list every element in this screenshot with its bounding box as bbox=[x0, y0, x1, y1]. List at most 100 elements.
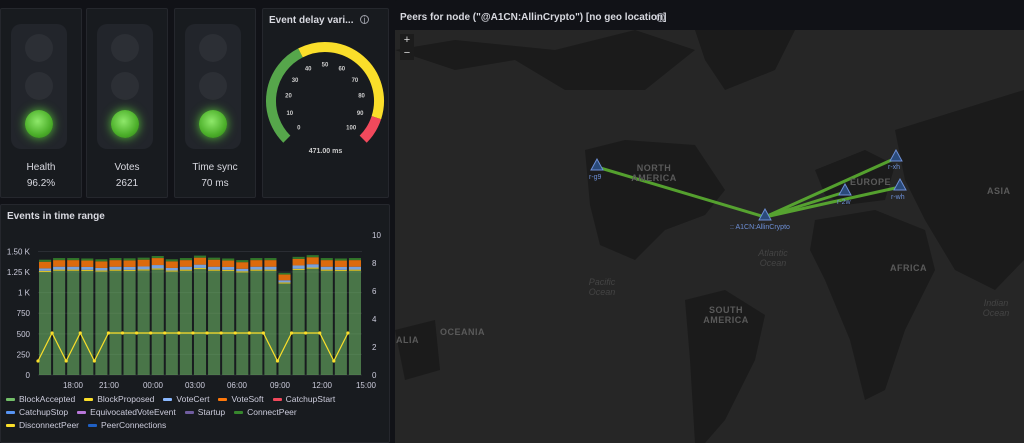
gauge-tick-label: 50 bbox=[322, 63, 329, 69]
bar-segment bbox=[236, 260, 249, 263]
bar-segment bbox=[53, 269, 66, 271]
health-panel: Health 96.2% bbox=[0, 8, 82, 198]
traffic-light bbox=[185, 24, 241, 149]
legend-item[interactable]: PeerConnections bbox=[88, 419, 166, 432]
bar-segment bbox=[278, 280, 291, 283]
panel-title: Event delay vari... bbox=[269, 15, 354, 26]
legend-item[interactable]: EquivocatedVoteEvent bbox=[77, 406, 176, 419]
legend-label: ConnectPeer bbox=[247, 407, 297, 417]
legend-item[interactable]: CatchupStart bbox=[272, 393, 335, 406]
info-icon[interactable]: i bbox=[656, 13, 665, 23]
gauge-tick-label: 60 bbox=[338, 67, 345, 73]
legend-label: VoteCert bbox=[176, 394, 210, 404]
line-point bbox=[219, 331, 223, 335]
peer-label: r-wh bbox=[891, 194, 905, 201]
bar-segment bbox=[53, 266, 66, 270]
bar-segment bbox=[193, 269, 207, 375]
legend-item[interactable]: BlockAccepted bbox=[6, 393, 75, 406]
line-point bbox=[318, 331, 322, 335]
bar-segment bbox=[348, 270, 361, 375]
time-sync-panel: Time sync 70 ms bbox=[174, 8, 256, 198]
bar-segment bbox=[109, 258, 122, 261]
bar-segment bbox=[193, 264, 207, 268]
legend-item[interactable]: VoteCert bbox=[163, 393, 209, 406]
line-point bbox=[106, 331, 111, 335]
bar-segment bbox=[67, 269, 80, 271]
bar-segment bbox=[67, 270, 80, 375]
bar-segment bbox=[264, 269, 277, 271]
gauge-tick-label: 20 bbox=[285, 94, 292, 100]
zoom-out-button[interactable]: − bbox=[400, 47, 414, 60]
gauge-tick-label: 70 bbox=[352, 78, 359, 84]
bar-segment bbox=[334, 269, 347, 272]
legend-label: BlockAccepted bbox=[19, 394, 76, 404]
legend-label: CatchupStop bbox=[19, 407, 69, 417]
bar-segment bbox=[278, 283, 291, 375]
bar-segment bbox=[123, 260, 136, 267]
bar-segment bbox=[151, 265, 164, 269]
bar-segment bbox=[193, 267, 207, 270]
bar-segment bbox=[123, 266, 136, 270]
world-map[interactable] bbox=[395, 30, 1024, 443]
continent-label: ASIA bbox=[987, 186, 1011, 196]
bar-segment bbox=[348, 258, 361, 261]
bar-segment bbox=[250, 258, 263, 261]
bar-segment bbox=[137, 266, 150, 270]
bar-segment bbox=[151, 258, 164, 266]
bar-segment bbox=[39, 259, 52, 262]
line-point bbox=[275, 359, 280, 363]
bar-segment bbox=[53, 258, 66, 261]
ocean-label: Atlantic Ocean bbox=[758, 248, 788, 268]
bar-segment bbox=[95, 259, 108, 262]
bar-segment bbox=[39, 270, 52, 273]
bar-segment bbox=[236, 272, 249, 375]
ocean-label: Indian Ocean bbox=[982, 298, 1010, 318]
gauge-yellow-band bbox=[298, 42, 384, 120]
y-right-tick-label: 6 bbox=[372, 287, 377, 296]
bar-segment bbox=[236, 268, 249, 272]
line-point bbox=[332, 359, 336, 363]
legend-swatch bbox=[163, 398, 173, 402]
line-point bbox=[120, 331, 125, 335]
info-icon[interactable]: i bbox=[360, 15, 369, 25]
legend-swatch bbox=[234, 411, 244, 415]
bar-segment bbox=[165, 267, 178, 271]
traffic-light bbox=[97, 24, 153, 149]
gauge-tick-label: 30 bbox=[292, 78, 299, 84]
gauge-tick-label: 10 bbox=[286, 111, 293, 117]
line-point bbox=[261, 331, 265, 335]
bar-segment bbox=[151, 268, 164, 270]
line-point bbox=[64, 359, 68, 363]
bar-segment bbox=[250, 260, 263, 267]
bar-segment bbox=[179, 270, 192, 375]
bar-segment bbox=[278, 282, 291, 284]
bar-segment bbox=[306, 267, 319, 269]
bar-segment bbox=[95, 261, 108, 268]
bar-segment bbox=[334, 266, 347, 270]
legend-item[interactable]: Startup bbox=[184, 406, 225, 419]
bar-segment bbox=[81, 258, 94, 261]
bar-segment bbox=[278, 274, 291, 281]
legend-item[interactable]: CatchupStop bbox=[6, 406, 68, 419]
bar-segment bbox=[264, 270, 277, 375]
legend-item[interactable]: VoteSoft bbox=[218, 393, 264, 406]
legend-item[interactable]: ConnectPeer bbox=[234, 406, 297, 419]
legend-label: EquivocatedVoteEvent bbox=[90, 407, 176, 417]
bar-segment bbox=[208, 257, 221, 260]
legend-item[interactable]: BlockProposed bbox=[84, 393, 154, 406]
bar-segment bbox=[123, 271, 136, 375]
bar-segment bbox=[137, 269, 150, 271]
bar-segment bbox=[320, 260, 333, 267]
peer-marker-icon[interactable] bbox=[893, 177, 907, 191]
health-label: Health bbox=[26, 162, 56, 173]
bar-segment bbox=[81, 266, 94, 270]
zoom-in-button[interactable]: + bbox=[400, 34, 414, 47]
bar-segment bbox=[334, 258, 347, 261]
y-right-tick-label: 4 bbox=[372, 315, 377, 324]
bar-segment bbox=[179, 260, 192, 267]
bar-segment bbox=[109, 266, 122, 270]
x-tick-label: 00:00 bbox=[143, 381, 164, 390]
bar-segment bbox=[278, 272, 291, 275]
legend-item[interactable]: DisconnectPeer bbox=[6, 419, 79, 432]
bar-segment bbox=[292, 256, 305, 259]
